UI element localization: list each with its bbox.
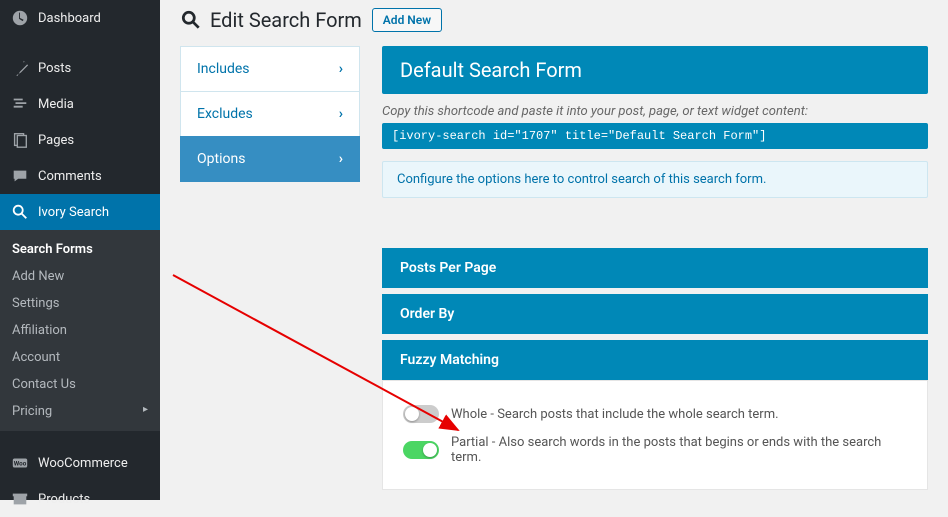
fuzzy-whole-label: Whole - Search posts that include the wh… [451, 407, 779, 422]
sidebar-item-dashboard[interactable]: Dashboard [0, 0, 160, 36]
sidebar-label: Comments [38, 169, 102, 184]
chevron-right-icon: › [339, 106, 343, 122]
fuzzy-whole-row: Whole - Search posts that include the wh… [403, 399, 907, 429]
sidebar-label: Media [38, 97, 74, 112]
sidebar-item-media[interactable]: Media [0, 86, 160, 122]
shortcode-text[interactable]: [ivory-search id="1707" title="Default S… [382, 123, 928, 149]
section-order-by[interactable]: Order By [382, 294, 928, 334]
add-new-button[interactable]: Add New [372, 8, 442, 32]
sidebar-item-posts[interactable]: Posts [0, 50, 160, 86]
woocommerce-icon: Woo [10, 453, 30, 473]
sidebar-label: Ivory Search [38, 205, 109, 220]
tab-options[interactable]: Options› [180, 136, 360, 182]
chevron-right-icon: › [339, 151, 343, 167]
form-title: Default Search Form [382, 46, 928, 94]
page-title: Edit Search Form [180, 8, 362, 32]
search-icon [180, 9, 202, 31]
page-header: Edit Search Form Add New [180, 8, 928, 32]
sidebar-submenu: Search Forms Add New Settings Affiliatio… [0, 230, 160, 431]
form-tabs: Includes› Excludes› Options› [180, 46, 360, 490]
chevron-right-icon: ▸ [143, 404, 148, 415]
submenu-pricing[interactable]: Pricing▸ [0, 398, 160, 425]
media-icon [10, 94, 30, 114]
toggle-whole[interactable] [403, 405, 439, 423]
sidebar-label: Pages [38, 133, 74, 148]
main-content: Edit Search Form Add New Includes› Exclu… [160, 0, 948, 500]
sidebar-item-products[interactable]: Products [0, 481, 160, 517]
submenu-add-new[interactable]: Add New [0, 263, 160, 290]
sidebar-item-ivory-search[interactable]: Ivory Search [0, 194, 160, 230]
submenu-search-forms[interactable]: Search Forms [0, 236, 160, 263]
tab-includes[interactable]: Includes› [180, 46, 360, 92]
submenu-settings[interactable]: Settings [0, 290, 160, 317]
sidebar-item-comments[interactable]: Comments [0, 158, 160, 194]
submenu-contact-us[interactable]: Contact Us [0, 371, 160, 398]
chevron-right-icon: › [339, 61, 343, 77]
submenu-affiliation[interactable]: Affiliation [0, 317, 160, 344]
sidebar-label: Posts [38, 61, 71, 76]
svg-text:Woo: Woo [14, 460, 27, 468]
fuzzy-partial-row: Partial - Also search words in the posts… [403, 429, 907, 471]
submenu-account[interactable]: Account [0, 344, 160, 371]
sidebar-item-woocommerce[interactable]: Woo WooCommerce [0, 445, 160, 481]
toggle-partial[interactable] [403, 441, 439, 459]
search-icon [10, 202, 30, 222]
sidebar-item-pages[interactable]: Pages [0, 122, 160, 158]
settings-panel: Default Search Form Copy this shortcode … [382, 46, 928, 490]
info-banner: Configure the options here to control se… [382, 161, 928, 198]
section-posts-per-page[interactable]: Posts Per Page [382, 248, 928, 288]
shortcode-description: Copy this shortcode and paste it into yo… [382, 104, 928, 119]
pin-icon [10, 58, 30, 78]
dashboard-icon [10, 8, 30, 28]
sidebar-label: Dashboard [38, 11, 101, 26]
admin-sidebar: Dashboard Posts Media Pages Comments Ivo… [0, 0, 160, 500]
sidebar-label: Products [38, 492, 90, 507]
tab-excludes[interactable]: Excludes› [180, 91, 360, 137]
archive-icon [10, 489, 30, 509]
section-fuzzy-matching[interactable]: Fuzzy Matching [382, 340, 928, 380]
pages-icon [10, 130, 30, 150]
comment-icon [10, 166, 30, 186]
fuzzy-partial-label: Partial - Also search words in the posts… [451, 435, 907, 465]
sidebar-label: WooCommerce [38, 456, 128, 471]
fuzzy-matching-body: Whole - Search posts that include the wh… [382, 380, 928, 490]
